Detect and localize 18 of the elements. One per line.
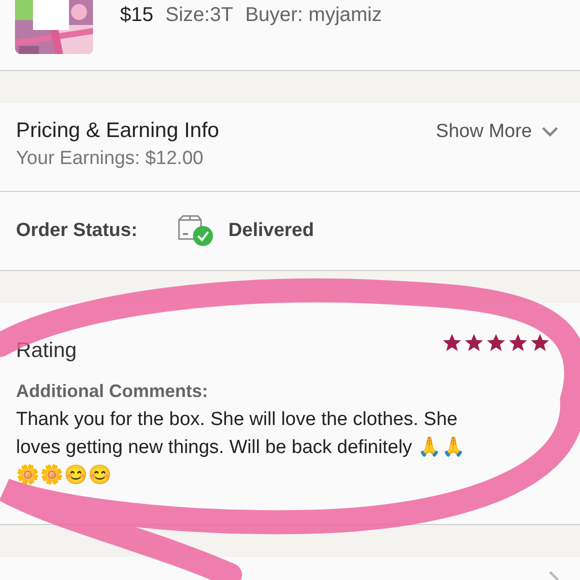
filled-star-icon <box>508 333 528 353</box>
item-size: Size:3T <box>165 4 234 27</box>
earnings-text: Your Earnings: $12.00 <box>16 148 204 170</box>
show-more-button[interactable]: Show More <box>436 119 558 145</box>
chevron-down-icon <box>542 127 558 137</box>
filled-star-icon <box>442 333 462 353</box>
buyer-name: Buyer: myjamiz <box>245 4 382 27</box>
delivered-box-icon <box>178 215 214 247</box>
filled-star-icon <box>464 333 484 353</box>
order-status-value: Delivered <box>228 220 314 242</box>
order-status-label: Order Status: <box>16 220 138 242</box>
section-title: Pricing & Earning Info <box>16 119 220 143</box>
comments-label: Additional Comments: <box>16 381 209 402</box>
filled-star-icon <box>486 333 506 353</box>
filled-star-icon <box>530 333 550 353</box>
item-price: $15 <box>120 4 154 27</box>
rating-title: Rating <box>16 339 77 363</box>
comment-text: Thank you for the box. She will love the clothes. She loves getting new things. Will be back definitely 🙏🙏🌼🌼😊😊 <box>16 408 466 488</box>
